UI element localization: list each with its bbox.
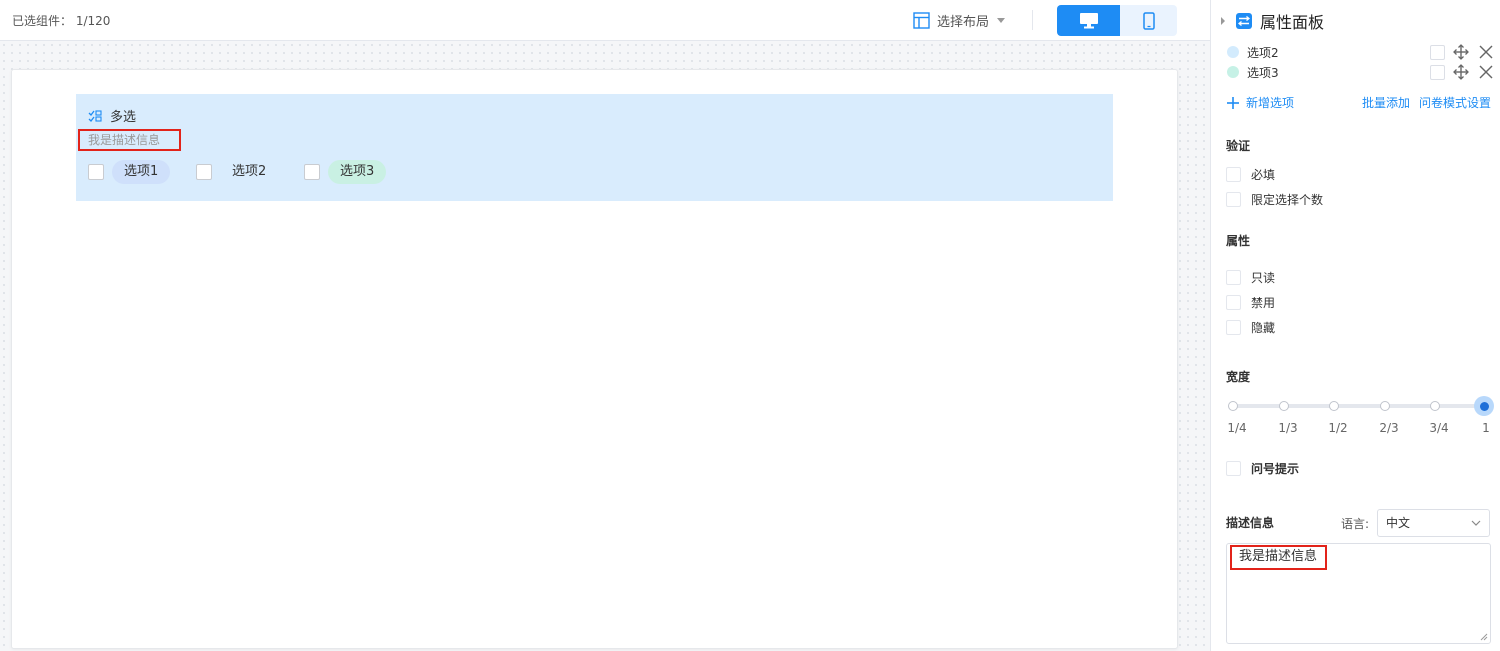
required-checkbox[interactable]: 必填	[1226, 166, 1275, 182]
device-toggle	[1057, 5, 1177, 36]
width-mark[interactable]: 1/2	[1328, 421, 1347, 435]
selected-value: 1/120	[75, 14, 111, 28]
option-row-label[interactable]: 选项2	[1247, 44, 1279, 61]
checkbox-label: 限定选择个数	[1251, 192, 1324, 207]
language-value: 中文	[1386, 516, 1411, 530]
panel-title: 属性面板	[1260, 13, 1325, 32]
option-item[interactable]: 选项3	[304, 160, 387, 184]
panel-header: 属性面板	[1221, 9, 1324, 33]
option-item[interactable]: 选项2	[196, 160, 279, 184]
option-label: 选项3	[328, 160, 387, 184]
desktop-view-button[interactable]	[1057, 5, 1120, 36]
properties-panel: 属性面板 选项2 选项3 新增选项 批量添加 问卷模式设置 验证 必填 限定选择…	[1210, 0, 1500, 651]
language-label: 语言:	[1341, 517, 1370, 531]
attributes-section-title: 属性	[1226, 234, 1251, 248]
option-actions: 新增选项 批量添加 问卷模式设置	[1226, 94, 1496, 112]
divider	[1032, 10, 1033, 30]
layout-select[interactable]: 选择布局	[913, 9, 1006, 31]
layout-select-label: 选择布局	[937, 14, 990, 30]
width-mark[interactable]: 3/4	[1429, 421, 1448, 435]
description-textarea[interactable]: 我是描述信息	[1226, 543, 1491, 644]
readonly-checkbox[interactable]: 只读	[1226, 269, 1275, 285]
resize-handle-icon[interactable]	[1480, 633, 1488, 641]
selected-field[interactable]	[76, 94, 1113, 201]
width-mark[interactable]: 1	[1482, 421, 1490, 435]
checkbox-box[interactable]	[1226, 460, 1241, 476]
checkbox-box[interactable]	[1226, 269, 1241, 285]
close-icon[interactable]	[1478, 64, 1494, 80]
plus-icon	[1227, 96, 1239, 109]
mobile-icon	[1142, 11, 1155, 30]
description-label: 描述信息	[1226, 516, 1275, 530]
checkbox-label: 禁用	[1251, 295, 1276, 310]
add-option-button[interactable]: 新增选项	[1226, 94, 1294, 111]
option-row-label[interactable]: 选项3	[1247, 64, 1279, 81]
checkbox-label: 只读	[1251, 270, 1276, 285]
close-icon[interactable]	[1478, 44, 1494, 60]
move-icon[interactable]	[1453, 44, 1469, 60]
option-color-dot[interactable]	[1227, 66, 1239, 78]
checkbox-box[interactable]	[1226, 319, 1241, 335]
option-default-checkbox[interactable]	[1430, 45, 1445, 60]
option-checkbox[interactable]	[88, 164, 104, 180]
batch-add-link[interactable]: 批量添加	[1362, 94, 1410, 111]
chevron-down-icon	[1471, 520, 1481, 526]
slider-stop[interactable]	[1329, 401, 1339, 411]
option-default-checkbox[interactable]	[1430, 65, 1445, 80]
width-marks: 1/4 1/3 1/2 2/3 3/4 1	[1211, 421, 1500, 435]
checkbox-box[interactable]	[1226, 294, 1241, 310]
slider-stop[interactable]	[1380, 401, 1390, 411]
add-option-label: 新增选项	[1246, 96, 1295, 110]
width-mark[interactable]: 1/3	[1278, 421, 1297, 435]
width-slider[interactable]	[1228, 396, 1494, 416]
multi-select-icon	[88, 109, 102, 122]
top-toolbar: 已选组件： 1/120 选择布局	[0, 0, 1210, 41]
mobile-view-button[interactable]	[1120, 5, 1177, 36]
option-row: 选项3	[1227, 64, 1497, 80]
caret-right-icon[interactable]	[1221, 17, 1225, 25]
layout-icon	[913, 11, 930, 29]
question-hint-checkbox[interactable]: 问号提示	[1226, 460, 1299, 476]
slider-stop[interactable]	[1430, 401, 1440, 411]
checkbox-label: 问号提示	[1251, 461, 1300, 476]
checkbox-label: 隐藏	[1251, 320, 1276, 335]
option-checkbox[interactable]	[196, 164, 212, 180]
move-icon[interactable]	[1453, 64, 1469, 80]
slider-stop[interactable]	[1279, 401, 1289, 411]
width-section-title: 宽度	[1226, 370, 1251, 384]
limit-count-checkbox[interactable]: 限定选择个数	[1226, 191, 1323, 207]
field-title-text: 多选	[110, 110, 137, 125]
selected-component-count: 已选组件： 1/120	[12, 12, 110, 29]
checkbox-box[interactable]	[1226, 191, 1241, 207]
option-item[interactable]: 选项1	[88, 160, 171, 184]
field-title: 多选	[88, 106, 136, 125]
hidden-checkbox[interactable]: 隐藏	[1226, 319, 1275, 335]
slider-thumb[interactable]	[1474, 396, 1494, 416]
description-text: 我是描述信息	[1230, 545, 1327, 570]
validation-section-title: 验证	[1226, 139, 1251, 153]
option-label: 选项2	[220, 160, 279, 184]
option-color-dot[interactable]	[1227, 46, 1239, 58]
option-row: 选项2	[1227, 44, 1497, 60]
slider-track[interactable]	[1233, 404, 1484, 408]
language-select[interactable]: 中文	[1377, 509, 1490, 537]
slider-stop[interactable]	[1228, 401, 1238, 411]
field-description: 我是描述信息	[78, 129, 181, 151]
disabled-checkbox[interactable]: 禁用	[1226, 294, 1275, 310]
option-checkbox[interactable]	[304, 164, 320, 180]
caret-down-icon	[997, 17, 1006, 23]
designer-area: 已选组件： 1/120 选择布局 多选 我是描述信息 选项1 选项2 选项3	[0, 0, 1210, 651]
width-mark[interactable]: 1/4	[1227, 421, 1246, 435]
selected-label: 已选组件：	[12, 14, 73, 28]
checkbox-box[interactable]	[1226, 166, 1241, 182]
option-label: 选项1	[112, 160, 171, 184]
settings-icon	[1236, 13, 1252, 29]
survey-mode-link[interactable]: 问卷模式设置	[1419, 94, 1491, 111]
checkbox-label: 必填	[1251, 167, 1276, 182]
desktop-icon	[1079, 13, 1098, 29]
width-mark[interactable]: 2/3	[1379, 421, 1398, 435]
